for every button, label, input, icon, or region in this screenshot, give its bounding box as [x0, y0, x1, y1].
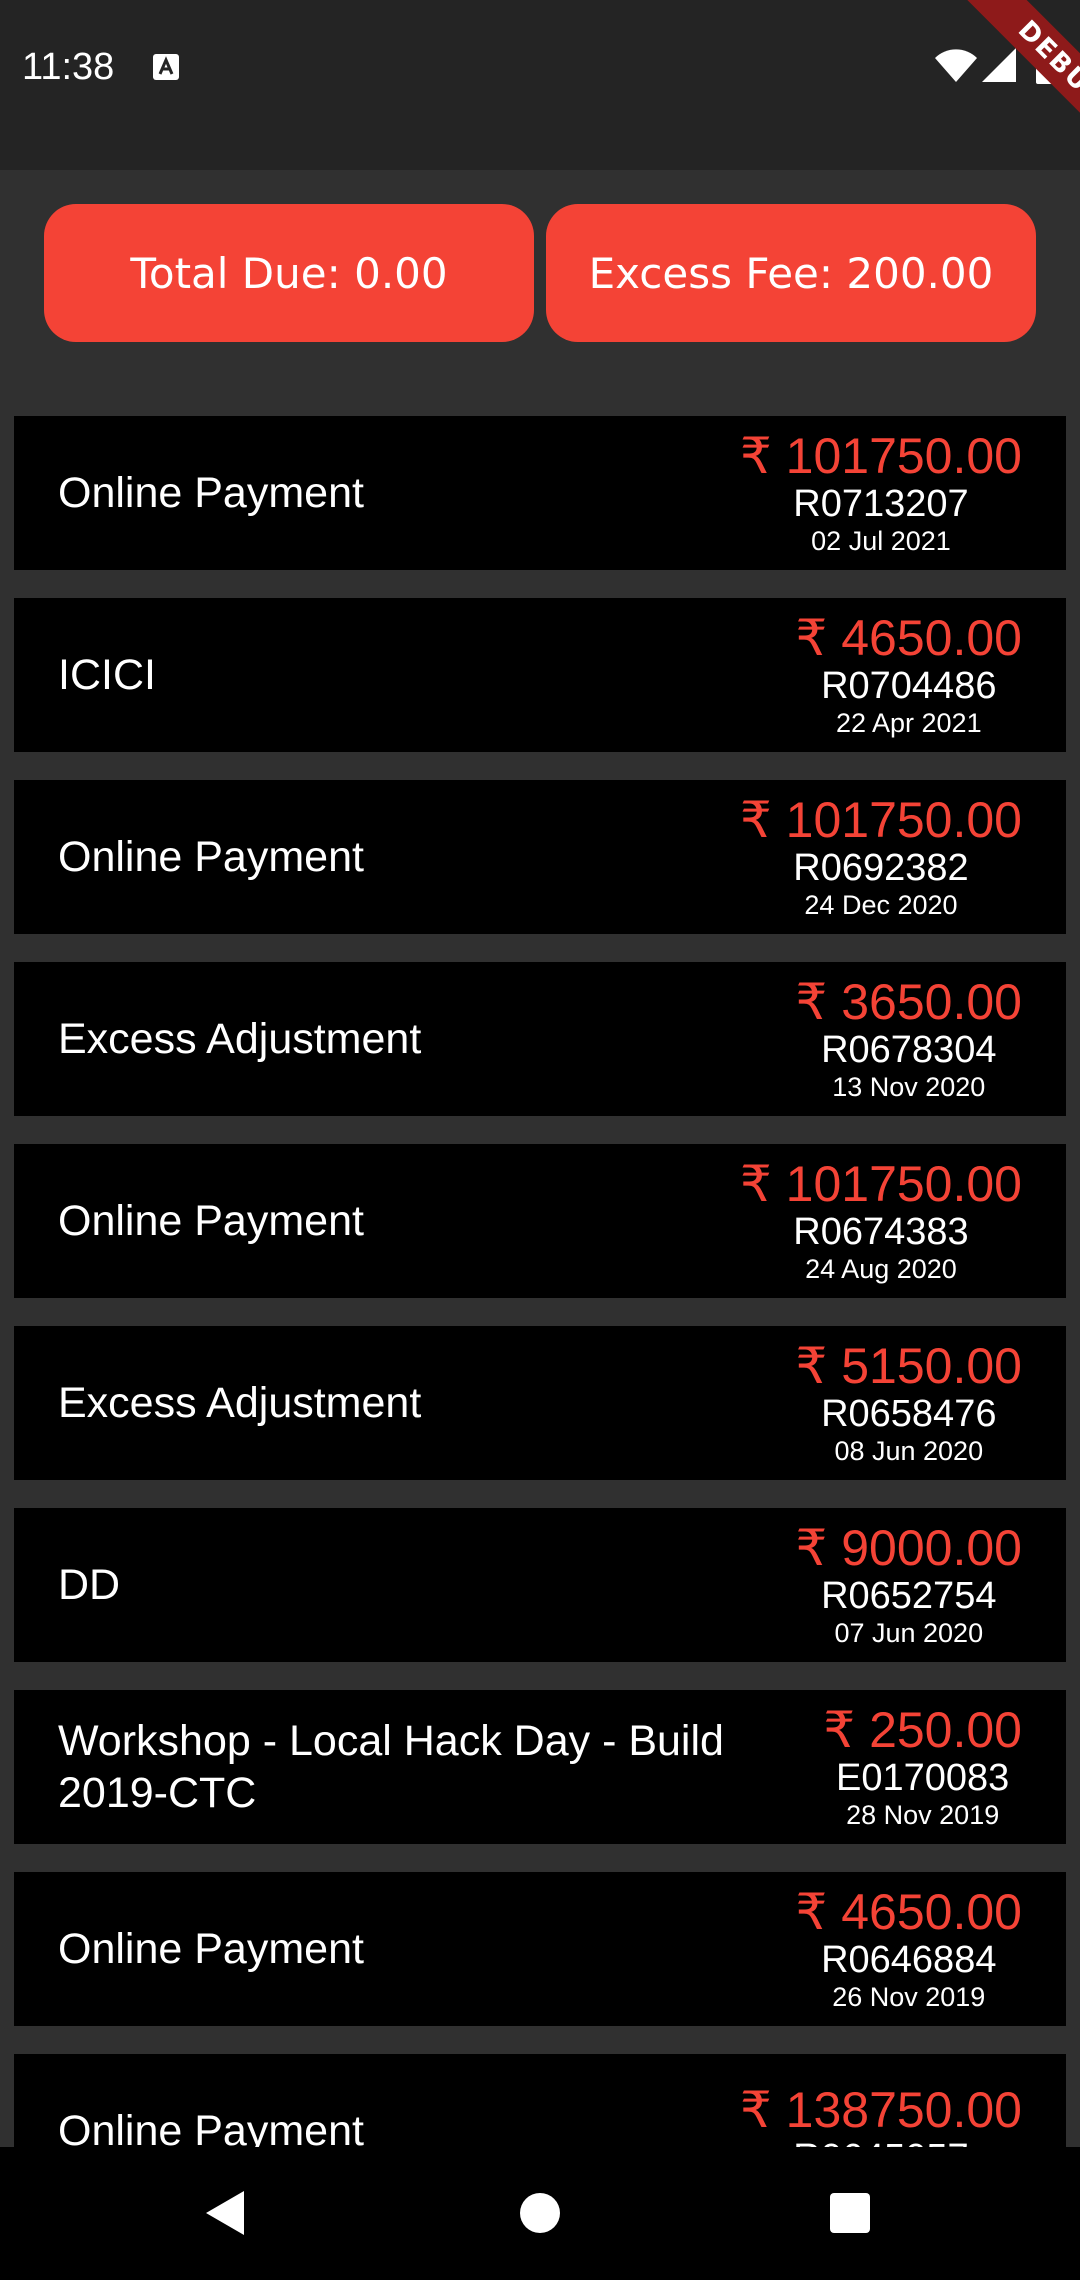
payment-card[interactable]: Excess Adjustment ₹ 3650.00 R0678304 13 …: [14, 962, 1066, 1116]
debug-banner: DEBUG: [920, 0, 1080, 160]
receipt-number: R0678304: [821, 1029, 997, 1071]
payment-details: ₹ 250.00 E0170083 28 Nov 2019: [823, 1703, 1022, 1831]
payment-date: 08 Jun 2020: [834, 1436, 984, 1466]
payment-amount: ₹ 101750.00: [739, 428, 1022, 484]
payment-card[interactable]: Online Payment ₹ 101750.00 R0674383 24 A…: [14, 1144, 1066, 1298]
payment-amount: ₹ 101750.00: [739, 792, 1022, 848]
payment-date: 26 Nov 2019: [832, 1982, 986, 2012]
payment-date: 13 Nov 2020: [832, 1072, 986, 1102]
receipt-number: R0692382: [793, 847, 969, 889]
payment-date: 24 Aug 2020: [805, 1254, 957, 1284]
excess-fee-button[interactable]: Excess Fee: 200.00: [546, 204, 1036, 342]
receipt-number: R0646884: [821, 1939, 997, 1981]
payment-title: Online Payment: [58, 2107, 364, 2147]
payment-title: Online Payment: [58, 1197, 364, 1245]
payment-card[interactable]: Online Payment ₹ 101750.00 R0713207 02 J…: [14, 416, 1066, 570]
receipt-number: R0645057: [793, 2137, 968, 2147]
payment-date: 22 Apr 2021: [835, 708, 982, 738]
fee-summary: Total Due: 0.00 Excess Fee: 200.00: [0, 204, 1080, 342]
payment-date: 07 Jun 2020: [834, 1618, 984, 1648]
payment-card[interactable]: Online Payment ₹ 138750.00 R0645057: [14, 2054, 1066, 2147]
payment-card[interactable]: Workshop - Local Hack Day - Build 2019-C…: [14, 1690, 1066, 1844]
total-due-button[interactable]: Total Due: 0.00: [44, 204, 534, 342]
payment-amount: ₹ 4650.00: [795, 1884, 1022, 1940]
payment-amount: ₹ 9000.00: [795, 1520, 1022, 1576]
back-icon[interactable]: [204, 2189, 248, 2237]
receipt-number: R0674383: [793, 1211, 969, 1253]
payment-amount: ₹ 101750.00: [739, 1156, 1022, 1212]
payment-card[interactable]: Excess Adjustment ₹ 5150.00 R0658476 08 …: [14, 1326, 1066, 1480]
payment-details: ₹ 4650.00 R0704486 22 Apr 2021: [796, 611, 1022, 739]
payment-title: Excess Adjustment: [58, 1379, 422, 1427]
payment-date: 02 Jul 2021: [811, 526, 951, 556]
payment-amount: ₹ 4650.00: [795, 610, 1022, 666]
payment-details: ₹ 4650.00 R0646884 26 Nov 2019: [796, 1885, 1022, 2013]
payment-details: ₹ 3650.00 R0678304 13 Nov 2020: [796, 975, 1022, 1103]
status-time: 11:38: [22, 46, 115, 88]
payment-date: 24 Dec 2020: [804, 890, 958, 920]
payment-title: DD: [58, 1561, 121, 1609]
recents-icon[interactable]: [828, 2191, 872, 2235]
payment-card[interactable]: Online Payment ₹ 4650.00 R0646884 26 Nov…: [14, 1872, 1066, 2026]
receipt-number: E0170083: [836, 1757, 1010, 1799]
payment-date: 28 Nov 2019: [846, 1800, 1000, 1830]
payment-amount: ₹ 3650.00: [795, 974, 1022, 1030]
payment-amount: ₹ 250.00: [823, 1702, 1022, 1758]
payment-card[interactable]: Online Payment ₹ 101750.00 R0692382 24 D…: [14, 780, 1066, 934]
payment-card[interactable]: ICICI ₹ 4650.00 R0704486 22 Apr 2021: [14, 598, 1066, 752]
receipt-number: R0713207: [793, 483, 969, 525]
payment-title: Excess Adjustment: [58, 1015, 422, 1063]
payment-amount: ₹ 5150.00: [795, 1338, 1022, 1394]
keyboard-notification-icon: [153, 54, 179, 80]
home-icon[interactable]: [518, 2191, 562, 2235]
payment-details: ₹ 101750.00 R0692382 24 Dec 2020: [740, 793, 1022, 921]
payment-details: ₹ 101750.00 R0674383 24 Aug 2020: [740, 1157, 1022, 1285]
payment-card[interactable]: DD ₹ 9000.00 R0652754 07 Jun 2020: [14, 1508, 1066, 1662]
payment-details: ₹ 5150.00 R0658476 08 Jun 2020: [796, 1339, 1022, 1467]
debug-banner-label: DEBUG: [955, 0, 1080, 160]
payment-title: ICICI: [58, 651, 156, 699]
payment-details: ₹ 9000.00 R0652754 07 Jun 2020: [796, 1521, 1022, 1649]
receipt-number: R0704486: [821, 665, 997, 707]
payment-details: ₹ 101750.00 R0713207 02 Jul 2021: [740, 429, 1022, 557]
payment-title: Online Payment: [58, 1925, 364, 1973]
payment-title: Online Payment: [58, 833, 364, 881]
payment-list[interactable]: Online Payment ₹ 101750.00 R0713207 02 J…: [14, 416, 1066, 2147]
status-bar: 11:38 DEBUG: [0, 0, 1080, 170]
payment-details: ₹ 138750.00 R0645057: [740, 2083, 1022, 2147]
navigation-bar: [0, 2147, 1080, 2280]
receipt-number: R0652754: [821, 1575, 997, 1617]
payment-amount: ₹ 138750.00: [739, 2082, 1022, 2138]
payment-title: Online Payment: [58, 469, 364, 517]
receipt-number: R0658476: [821, 1393, 997, 1435]
payment-title: Workshop - Local Hack Day - Build 2019-C…: [58, 1717, 724, 1817]
